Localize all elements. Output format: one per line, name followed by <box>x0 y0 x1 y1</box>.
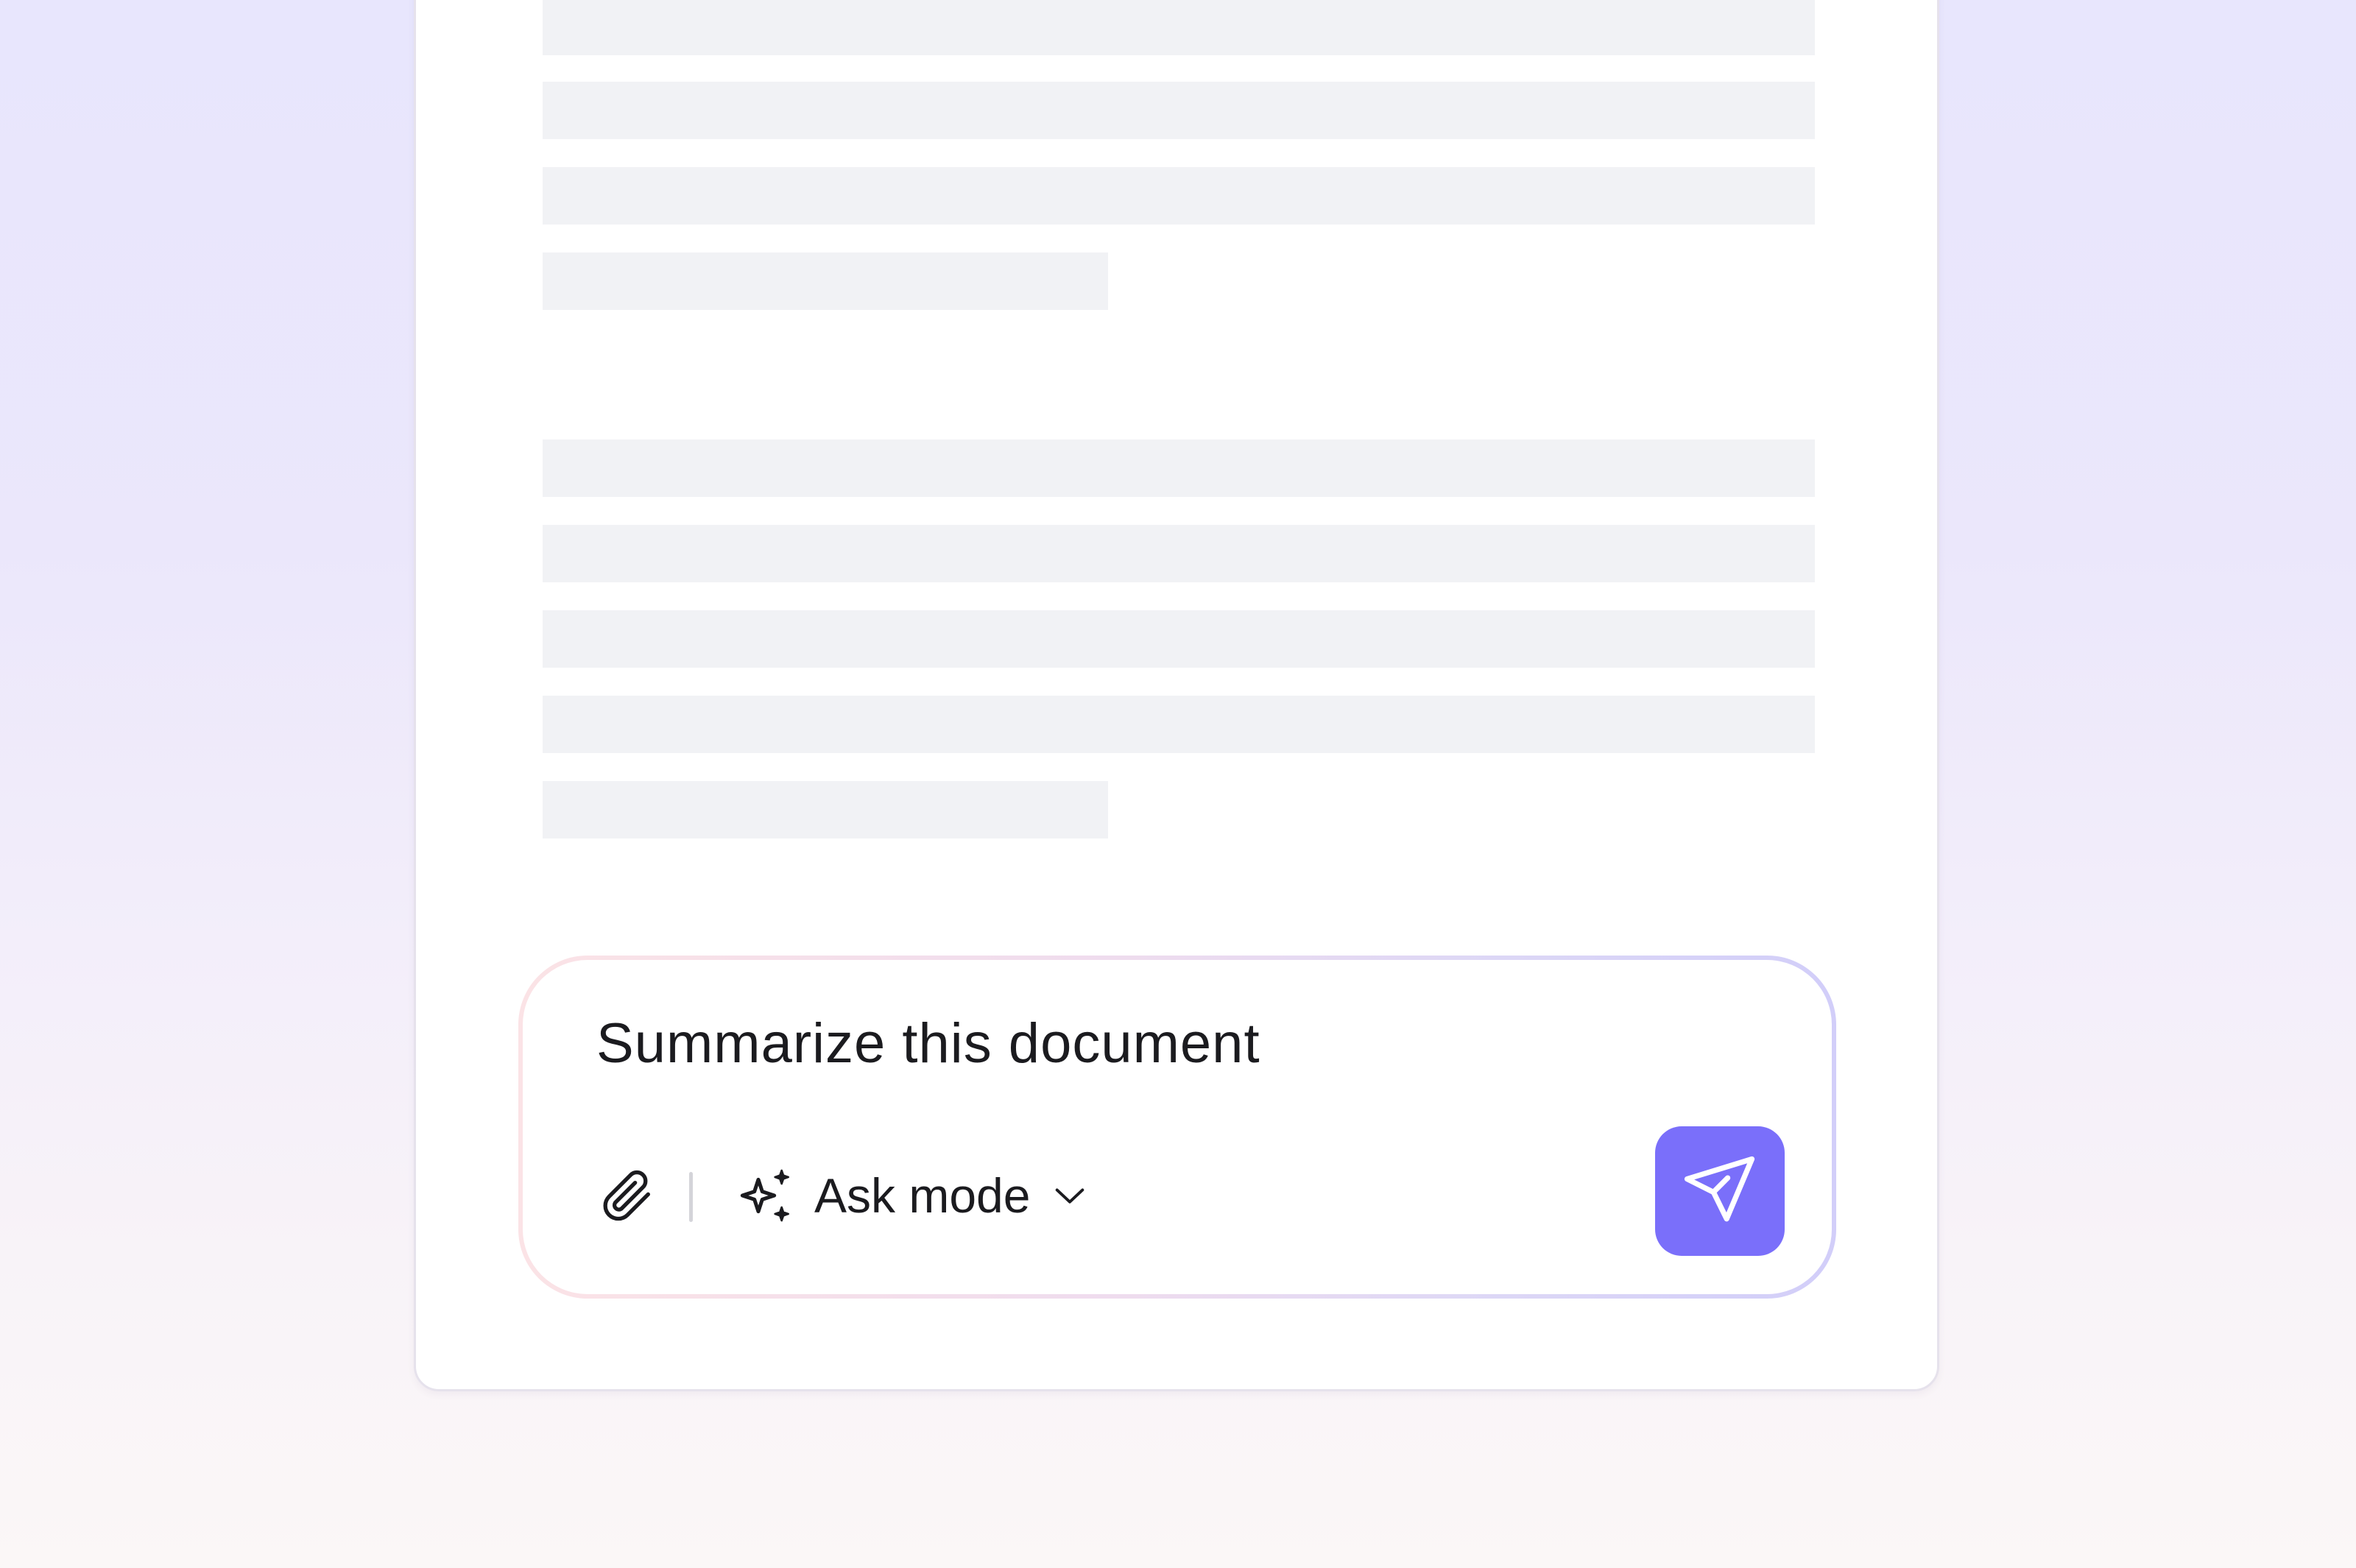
chevron-down-icon <box>1056 1188 1084 1204</box>
sparkle-icon <box>740 1169 789 1222</box>
text-placeholder-line <box>543 439 1815 497</box>
mode-label: Ask mode <box>814 1168 1031 1223</box>
prompt-input[interactable]: Summarize this document <box>596 1011 1260 1076</box>
chat-composer: Summarize this document Ask mode <box>518 956 1836 1299</box>
paperclip-icon <box>603 1170 650 1221</box>
mode-dropdown[interactable]: Ask mode <box>736 1159 1089 1232</box>
text-placeholder-line <box>543 610 1815 668</box>
text-placeholder-line <box>543 167 1815 225</box>
paper-plane-icon <box>1684 1156 1755 1222</box>
composer-body: Summarize this document Ask mode <box>523 960 1832 1294</box>
send-button[interactable] <box>1655 1126 1785 1256</box>
text-placeholder-line <box>543 781 1108 838</box>
text-placeholder-line <box>543 696 1815 753</box>
attach-button[interactable] <box>595 1163 660 1228</box>
text-placeholder-line <box>543 525 1815 582</box>
text-placeholder-line <box>543 82 1815 139</box>
text-placeholder-line <box>543 0 1815 55</box>
text-placeholder-line <box>543 252 1108 310</box>
toolbar-divider <box>689 1172 693 1222</box>
